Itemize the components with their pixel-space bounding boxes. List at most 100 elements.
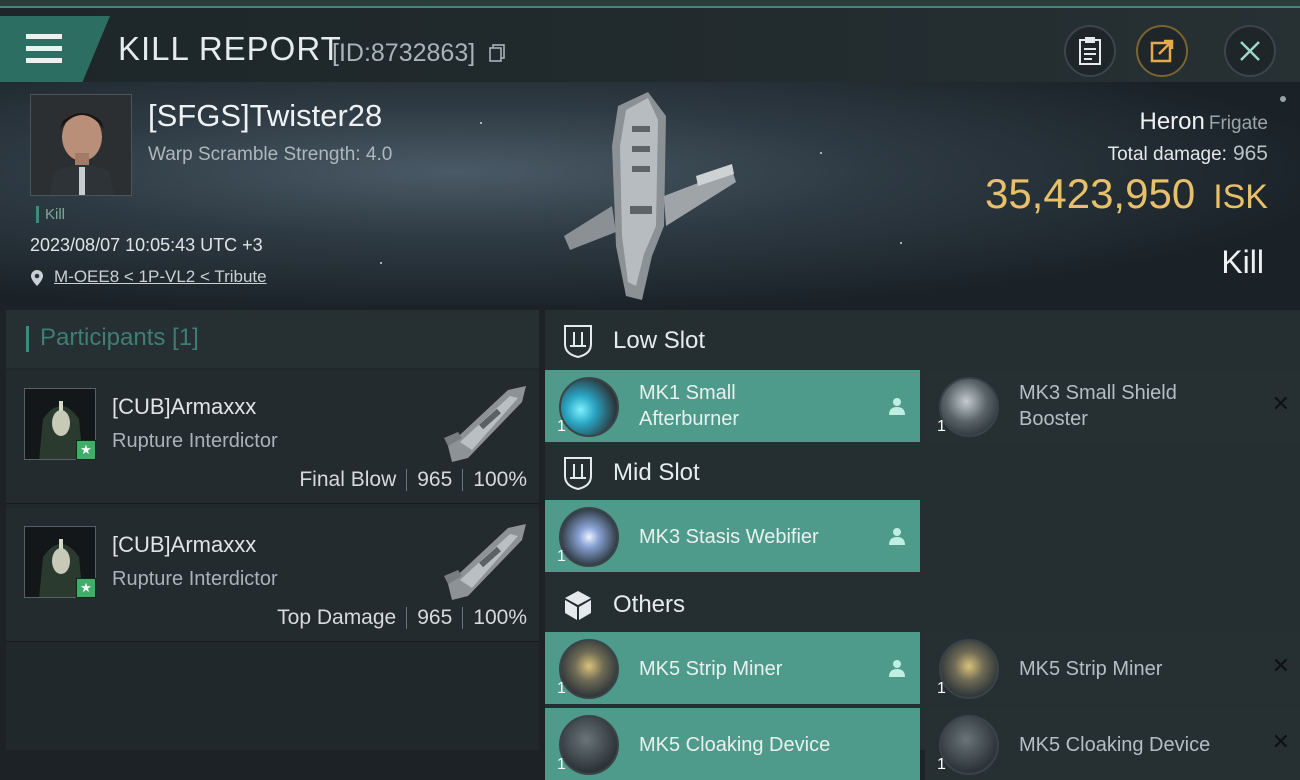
report-id: [ID:8732863] [332, 39, 476, 67]
participants-header: Participants [1] [6, 310, 539, 368]
module-item[interactable]: 1 MK5 Strip Miner ✕ [925, 632, 1300, 704]
participant-percent: 100% [473, 606, 527, 629]
page-title: KILL REPORT [118, 30, 342, 67]
module-quantity: 1 [937, 756, 946, 773]
participant-name[interactable]: [CUB]Armaxxx [112, 394, 256, 420]
shield-booster-icon [939, 377, 999, 437]
module-quantity: 1 [937, 680, 946, 697]
mid-slot-icon [564, 457, 592, 490]
module-name-line2: Booster [1019, 408, 1088, 430]
participant-name[interactable]: [CUB]Armaxxx [112, 532, 256, 558]
module-name: MK5 Cloaking Device [1019, 734, 1211, 756]
module-name: MK3 Stasis Webifier [639, 526, 819, 548]
ship-class: Frigate [1208, 113, 1268, 134]
module-item[interactable]: 1 MK5 Cloaking Device ✕ [925, 708, 1300, 780]
close-button[interactable] [1224, 25, 1276, 77]
module-quantity: 1 [937, 418, 946, 435]
stasis-webifier-icon [559, 507, 619, 567]
mid-slot-header: Mid Slot [545, 442, 1300, 502]
low-slot-title: Low Slot [613, 327, 706, 354]
isk-value: 35,423,950 ISK [985, 170, 1268, 218]
module-name: MK5 Strip Miner [639, 658, 783, 680]
module-name: MK1 Small Afterburner [639, 380, 739, 432]
afterburner-icon [559, 377, 619, 437]
ship-name: Heron [1139, 108, 1205, 135]
participant-stats: Top Damage 965 100% [277, 606, 527, 630]
kill-tag: Kill [36, 206, 65, 223]
header: KILL REPORT [ID:8732863] [0, 8, 1300, 82]
share-icon [1150, 39, 1174, 63]
clipboard-icon [1079, 37, 1101, 65]
close-icon [1240, 41, 1260, 61]
participant-damage: 965 [417, 468, 453, 491]
module-name: MK5 Cloaking Device [639, 734, 831, 756]
share-button[interactable] [1136, 25, 1188, 77]
module-item[interactable]: 1 MK1 Small Afterburner [545, 370, 920, 442]
kill-summary-banner: [SFGS]Twister28 Warp Scramble Strength: … [0, 82, 1300, 306]
fitting-panel: Low Slot 1 MK1 Small Afterburner 1 MK3 S… [545, 310, 1300, 780]
kill-datetime: 2023/08/07 10:05:43 UTC +3 [30, 235, 263, 255]
participant-ship: Rupture Interdictor [112, 430, 278, 452]
participant-ship: Rupture Interdictor [112, 568, 278, 590]
destroyed-x-icon: ✕ [1271, 730, 1290, 755]
module-item[interactable]: 1 MK3 Small Shield Booster ✕ [925, 370, 1300, 442]
participant-ship-image [444, 524, 526, 600]
isk-unit: ISK [1213, 178, 1268, 216]
low-slot-icon [564, 325, 592, 358]
module-item[interactable]: 1 MK3 Stasis Webifier [545, 500, 920, 572]
kill-location[interactable]: M-OEE8 < 1P-VL2 < Tribute [30, 267, 267, 287]
participant-row[interactable]: ★ [CUB]Armaxxx Rupture Interdictor Top D… [6, 508, 539, 642]
others-header: Others [545, 574, 1300, 634]
others-title: Others [613, 591, 686, 618]
participant-stats: Final Blow 965 100% [299, 468, 527, 492]
destroyed-x-icon: ✕ [1271, 654, 1290, 679]
module-name-line2: Afterburner [639, 408, 740, 430]
victim-ship: Heron Frigate [1139, 108, 1268, 136]
victim-name[interactable]: [SFGS]Twister28 [148, 98, 382, 134]
module-item[interactable]: 1 MK5 Strip Miner [545, 632, 920, 704]
module-name: MK5 Strip Miner [1019, 658, 1163, 680]
kill-result: Kill [1221, 244, 1264, 280]
total-damage: Total damage: 965 [1108, 142, 1268, 166]
corp-star-icon: ★ [76, 578, 96, 598]
participant-row[interactable]: ★ [CUB]Armaxxx Rupture Interdictor Final… [6, 370, 539, 504]
strip-miner-icon [939, 639, 999, 699]
warp-scramble-strength: Warp Scramble Strength: 4.0 [148, 144, 393, 165]
copy-icon[interactable] [489, 44, 505, 62]
pilot-portrait-icon [31, 95, 131, 195]
clipboard-button[interactable] [1064, 25, 1116, 77]
module-name: MK3 Small Shield Booster [1019, 380, 1177, 432]
isk-amount: 35,423,950 [984, 170, 1196, 217]
cloaking-device-icon [939, 715, 999, 775]
module-item[interactable]: 1 MK5 Cloaking Device [545, 708, 920, 780]
participants-panel: Participants [1] ★ [CUB]Armaxxx Rupture … [6, 310, 539, 750]
destroyed-x-icon: ✕ [1271, 392, 1290, 417]
menu-button[interactable] [0, 16, 110, 82]
top-accent-line [0, 0, 1300, 8]
participant-damage: 965 [417, 606, 453, 629]
victim-ship-image [564, 92, 736, 300]
module-quantity: 1 [557, 548, 566, 565]
corp-star-icon: ★ [76, 440, 96, 460]
module-quantity: 1 [557, 756, 566, 773]
low-slot-header: Low Slot [545, 310, 1300, 370]
victim-avatar[interactable] [30, 94, 132, 196]
map-pin-icon [31, 270, 43, 286]
module-quantity: 1 [557, 418, 566, 435]
total-damage-value: 965 [1232, 142, 1268, 165]
mid-slot-title: Mid Slot [613, 459, 700, 486]
module-quantity: 1 [557, 680, 566, 697]
participant-role: Final Blow [299, 468, 397, 491]
total-damage-label: Total damage: [1107, 144, 1227, 165]
cube-icon [565, 591, 591, 620]
participants-title: Participants [1] [40, 324, 199, 351]
user-icon[interactable] [888, 658, 906, 678]
location-link[interactable]: M-OEE8 < 1P-VL2 < Tribute [54, 267, 267, 286]
strip-miner-icon [559, 639, 619, 699]
header-accent [26, 326, 29, 352]
module-name-line1: MK3 Small Shield [1019, 382, 1177, 404]
user-icon[interactable] [888, 526, 906, 546]
cloaking-device-icon [559, 715, 619, 775]
user-icon[interactable] [888, 396, 906, 416]
participant-percent: 100% [473, 468, 527, 491]
